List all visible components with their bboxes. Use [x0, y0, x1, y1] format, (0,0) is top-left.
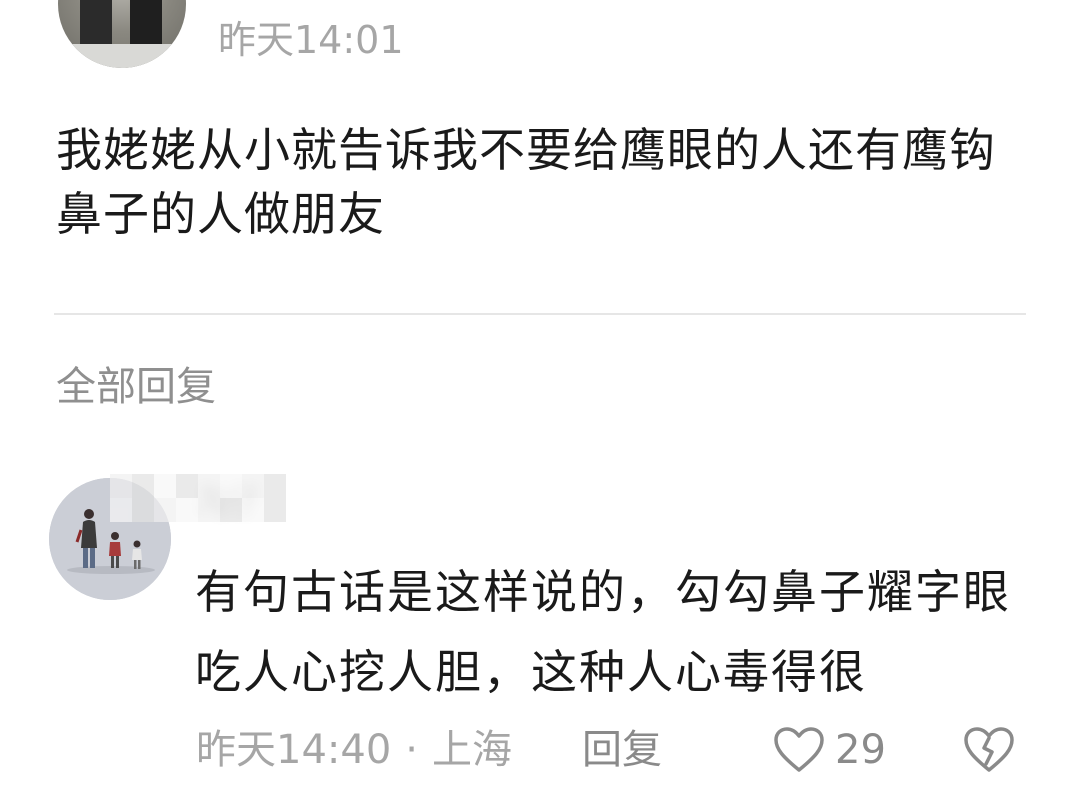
- reply-location: 上海: [432, 727, 512, 773]
- reply-button[interactable]: 回复: [582, 722, 662, 778]
- like-count: 29: [835, 727, 886, 773]
- name-privacy-mosaic: [110, 474, 286, 522]
- avatar-ground: [58, 44, 186, 68]
- heart-outline-icon: [774, 727, 824, 772]
- reply-meta: 昨天14:40 · 上海: [196, 722, 512, 778]
- meta-separator: ·: [405, 727, 418, 773]
- avatar-figure-right: [130, 0, 162, 50]
- comment-detail-page: 昨天14:01 我姥姥从小就告诉我不要给鹰眼的人还有鹰钩鼻子的人做朋友 全部回复…: [0, 0, 1080, 801]
- divider: [54, 313, 1026, 315]
- like-button[interactable]: 29: [773, 722, 886, 778]
- all-replies-heading: 全部回复: [56, 364, 216, 410]
- commenter-avatar[interactable]: [58, 0, 186, 68]
- avatar-figure-left: [80, 0, 112, 50]
- comment-text[interactable]: 我姥姥从小就告诉我不要给鹰眼的人还有鹰钩鼻子的人做朋友: [56, 118, 1026, 246]
- comment-timestamp: 昨天14:01: [218, 18, 404, 62]
- reply-text[interactable]: 有句古话是这样说的，勾勾鼻子耀字眼吃人心挖人胆，这种人心毒得很: [195, 552, 1035, 712]
- reply-timestamp: 昨天14:40: [196, 727, 392, 773]
- broken-heart-icon[interactable]: [962, 726, 1016, 774]
